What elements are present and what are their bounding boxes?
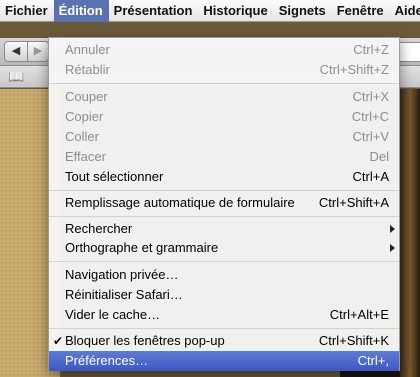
menu-item-shortcut: Ctrl+Alt+E <box>329 307 389 322</box>
menu-separator <box>49 83 399 84</box>
bookmarks-book-icon[interactable]: 📖 <box>8 69 24 85</box>
address-field[interactable] <box>397 42 420 62</box>
menu-item-orthographe-grammaire[interactable]: Orthographe et grammaire <box>49 238 399 258</box>
menu-aide[interactable]: Aide <box>390 0 420 22</box>
menu-item-rechercher[interactable]: Rechercher <box>49 219 399 239</box>
menu-bar: Fichier Édition Présentation Historique … <box>0 0 420 22</box>
menu-item-couper: Couper Ctrl+X <box>49 87 399 107</box>
menu-item-tout-selectionner[interactable]: Tout sélectionner Ctrl+A <box>49 167 399 187</box>
back-button[interactable]: ◀ <box>4 41 28 62</box>
menu-item-label: Effacer <box>65 149 106 164</box>
menu-item-effacer: Effacer Del <box>49 147 399 167</box>
back-arrow-icon: ◀ <box>11 45 21 57</box>
edit-menu: Annuler Ctrl+Z Rétablir Ctrl+Shift+Z Cou… <box>48 37 400 371</box>
menu-item-label: Tout sélectionner <box>65 169 164 184</box>
page-image <box>400 89 420 377</box>
menu-item-label: Vider le cache… <box>65 307 161 322</box>
menu-item-label: Navigation privée… <box>65 267 179 282</box>
menu-item-label: Réinitialiser Safari… <box>65 287 183 302</box>
menu-item-shortcut: Ctrl+Shift+A <box>318 195 389 210</box>
menu-item-shortcut: Ctrl+, <box>357 353 389 368</box>
menu-item-label: Orthographe et grammaire <box>65 240 219 255</box>
menu-item-shortcut: Ctrl+Z <box>353 42 389 57</box>
menu-item-preferences[interactable]: Préférences… Ctrl+, <box>49 351 399 371</box>
menu-item-label: Rechercher <box>65 221 133 236</box>
menu-item-coller: Coller Ctrl+V <box>49 127 399 147</box>
menu-signets[interactable]: Signets <box>274 0 332 22</box>
menu-item-shortcut: Ctrl+X <box>352 89 389 104</box>
menu-item-label: Copier <box>65 109 104 124</box>
menu-edition[interactable]: Édition <box>53 0 109 22</box>
menu-separator <box>49 328 399 329</box>
menu-item-shortcut: Ctrl+C <box>351 109 389 124</box>
menu-item-vider-cache[interactable]: Vider le cache… Ctrl+Alt+E <box>49 305 399 325</box>
menu-item-label: Coller <box>65 129 99 144</box>
menu-item-shortcut: Ctrl+A <box>352 169 389 184</box>
menu-fichier[interactable]: Fichier <box>0 0 54 22</box>
menu-item-navigation-privee[interactable]: Navigation privée… <box>49 265 399 285</box>
menu-presentation[interactable]: Présentation <box>109 0 199 22</box>
menu-item-label: Préférences… <box>65 353 149 368</box>
menu-item-retablir: Rétablir Ctrl+Shift+Z <box>49 60 399 80</box>
menu-item-bloquer-popup[interactable]: ✔ Bloquer les fenêtres pop-up Ctrl+Shift… <box>49 331 399 351</box>
menu-historique[interactable]: Historique <box>198 0 273 22</box>
menu-item-label: Rétablir <box>65 62 110 77</box>
menu-item-shortcut: Ctrl+Shift+Z <box>319 62 389 77</box>
menu-item-shortcut: Del <box>369 149 389 164</box>
forward-button[interactable]: ▶ <box>27 41 49 62</box>
menu-item-label: Bloquer les fenêtres pop-up <box>65 333 225 348</box>
menu-item-label: Couper <box>65 89 108 104</box>
menu-fenetre[interactable]: Fenêtre <box>332 0 390 22</box>
menu-item-shortcut: Ctrl+Shift+K <box>318 333 389 348</box>
menu-item-label: Remplissage automatique de formulaire <box>65 195 295 210</box>
submenu-arrow-icon <box>390 244 395 252</box>
menu-separator <box>49 261 399 262</box>
submenu-arrow-icon <box>390 225 395 233</box>
menu-separator <box>49 190 399 191</box>
menu-item-annuler: Annuler Ctrl+Z <box>49 40 399 60</box>
checkmark-icon: ✔ <box>53 334 64 348</box>
menu-item-remplissage-automatique[interactable]: Remplissage automatique de formulaire Ct… <box>49 193 399 213</box>
menu-item-copier: Copier Ctrl+C <box>49 107 399 127</box>
forward-arrow-icon: ▶ <box>33 45 43 57</box>
menu-item-shortcut: Ctrl+V <box>352 129 389 144</box>
menu-separator <box>49 216 399 217</box>
menu-item-reinitialiser-safari[interactable]: Réinitialiser Safari… <box>49 285 399 305</box>
menu-item-label: Annuler <box>65 42 110 57</box>
